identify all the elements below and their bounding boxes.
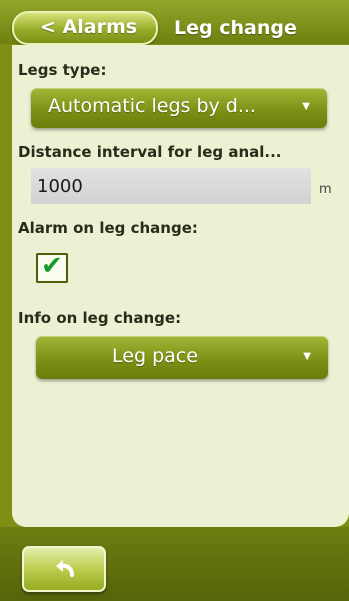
checkmark-icon: ✔ <box>41 251 63 281</box>
info-on-leg-change-value: Leg pace <box>112 345 198 367</box>
legs-type-label: Legs type: <box>18 61 107 79</box>
screen-title: Leg change <box>174 17 297 39</box>
dropdown-arrow-icon: ▼ <box>302 101 310 112</box>
distance-interval-input[interactable] <box>31 168 311 204</box>
legs-type-value: Automatic legs by d... <box>48 95 256 117</box>
device-frame: < Alarms Leg change Legs type: Automatic… <box>0 0 349 601</box>
undo-icon <box>56 560 74 577</box>
legs-type-dropdown[interactable]: Automatic legs by d... ▼ <box>31 88 327 128</box>
back-to-alarms-button[interactable]: < Alarms <box>12 11 158 45</box>
alarm-on-leg-change-label: Alarm on leg change: <box>18 219 198 237</box>
distance-interval-label: Distance interval for leg anal... <box>18 143 282 161</box>
alarm-on-leg-change-checkbox[interactable]: ✔ <box>36 251 68 283</box>
back-button-label: < Alarms <box>40 16 138 38</box>
title-bar: < Alarms Leg change <box>0 0 349 45</box>
info-on-leg-change-label: Info on leg change: <box>18 309 182 327</box>
dropdown-arrow-icon: ▼ <box>303 351 311 362</box>
undo-button[interactable] <box>22 546 106 592</box>
distance-unit-label: m <box>319 182 332 197</box>
info-on-leg-change-dropdown[interactable]: Leg pace ▼ <box>36 336 328 379</box>
